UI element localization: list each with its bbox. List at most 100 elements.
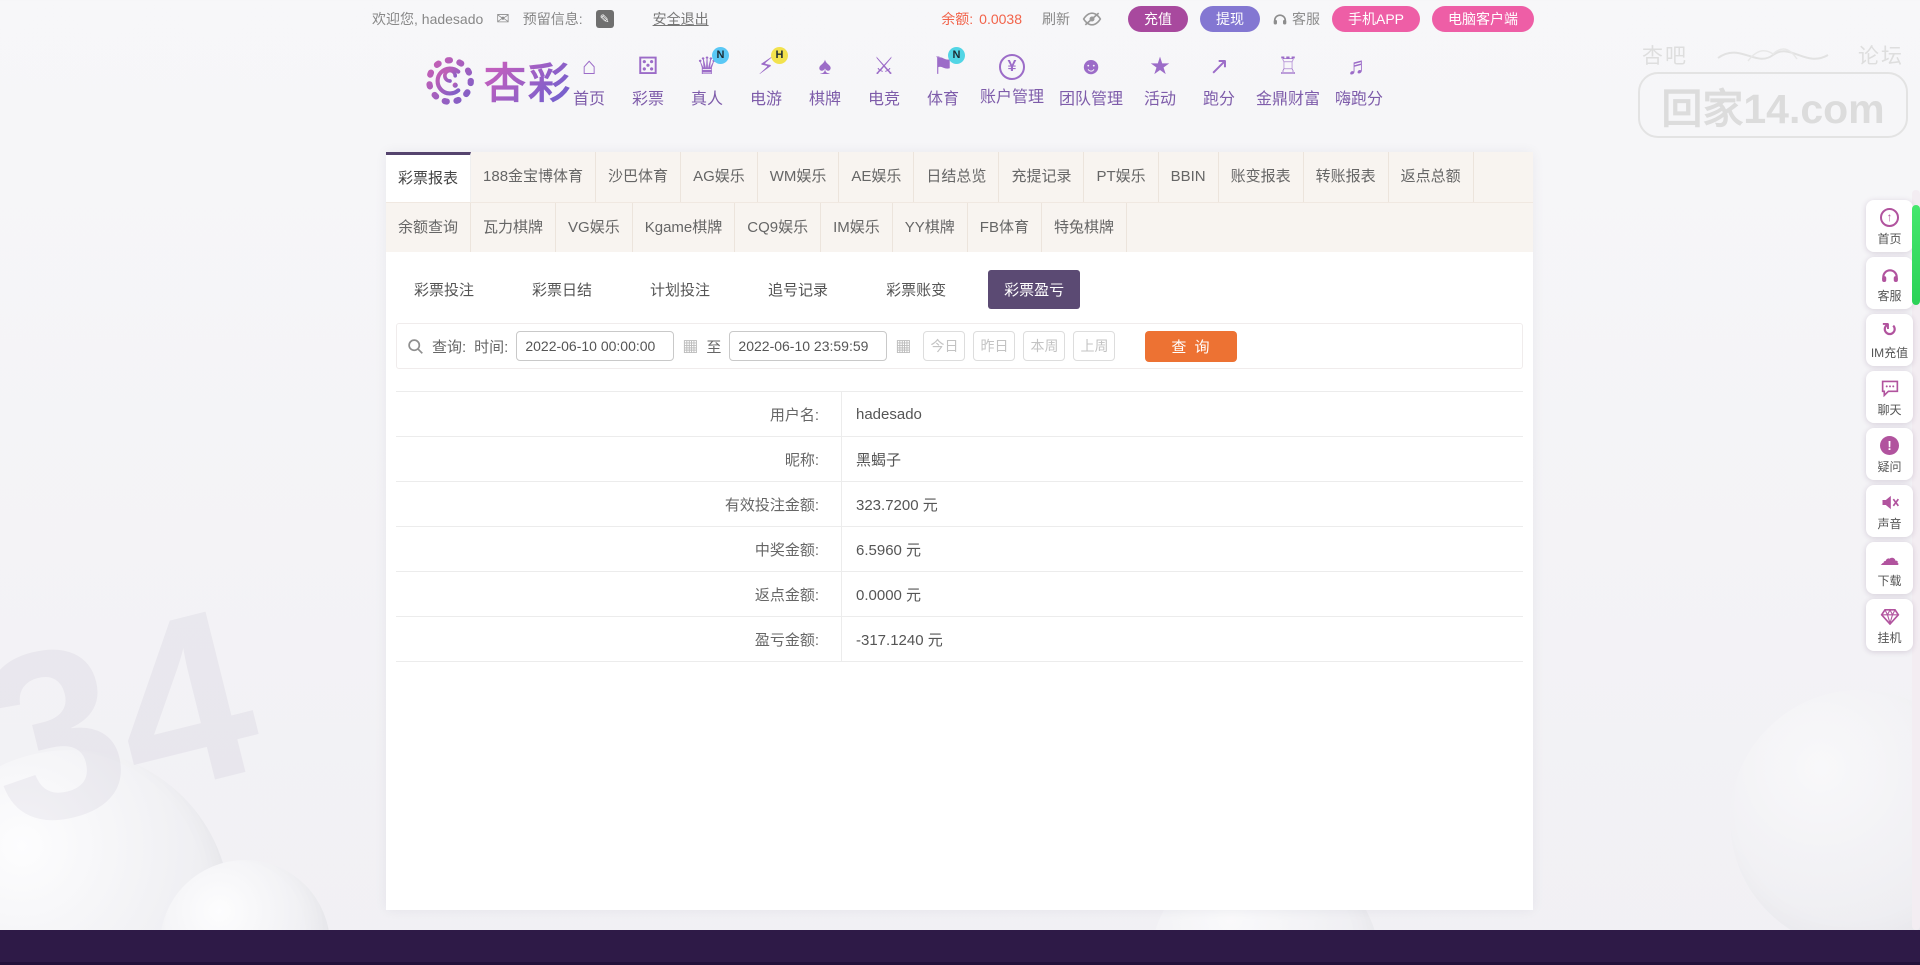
date-from-input[interactable] [516,331,674,361]
tab-transfer-report[interactable]: 转账报表 [1304,152,1389,202]
brand[interactable]: 杏彩 [423,50,572,111]
customer-service-icon [1880,264,1900,284]
edit-reserved-info-icon[interactable]: ✎ [596,10,614,28]
date-to-input[interactable] [729,331,887,361]
sidebar-item-question[interactable]: ! 疑问 [1866,428,1913,480]
cards-icon: ♠ [819,52,832,82]
tab-daily-overview[interactable]: 日结总览 [914,152,999,202]
query-submit-button[interactable]: 查 询 [1145,331,1237,362]
subtab-lottery-profit-loss[interactable]: 彩票盈亏 [988,270,1080,309]
subtab-lottery-bets[interactable]: 彩票投注 [398,270,490,309]
sidebar-item-im-recharge[interactable]: ↻ IM充值 [1866,314,1913,366]
profit-loss-amount-value: -317.1240 元 [841,617,1523,661]
calendar-icon[interactable]: ▦ [895,336,911,356]
tab-bbin[interactable]: BBIN [1159,152,1219,202]
tab-vg[interactable]: VG娱乐 [556,203,633,252]
report-tabs-row2: 余额查询 瓦力棋牌 VG娱乐 Kgame棋牌 CQ9娱乐 IM娱乐 YY棋牌 F… [386,202,1533,252]
quick-last-week-button[interactable]: 上周 [1073,331,1115,361]
pc-client-button[interactable]: 电脑客户端 [1432,6,1534,32]
table-row: 盈亏金额: -317.1240 元 [396,617,1523,662]
team-icon: ☻ [1078,52,1103,82]
sidebar-item-service[interactable]: 客服 [1866,257,1913,309]
subtab-lottery-account-change[interactable]: 彩票账变 [870,270,962,309]
tab-pt[interactable]: PT娱乐 [1084,152,1158,202]
hide-balance-eye-icon[interactable] [1082,11,1102,27]
sidebar-item-label: 挂机 [1877,629,1901,646]
tab-kgame[interactable]: Kgame棋牌 [633,203,736,252]
nav-label: 电游 [750,85,782,109]
activity-icon: ★ [1149,52,1171,82]
subtab-plan-bets[interactable]: 计划投注 [634,270,726,309]
watermark-domain: 回家14.com [1638,72,1908,138]
sidebar-item-chat[interactable]: 聊天 [1866,371,1913,423]
tab-tetu-cards[interactable]: 特兔棋牌 [1042,203,1127,252]
site-watermark: 杏吧 论坛 回家14.com [1638,40,1908,138]
subtab-lottery-daily[interactable]: 彩票日结 [516,270,608,309]
nav-item-lottery[interactable]: ⚄ 彩票 [626,52,670,109]
profit-loss-report: 用户名: hadesado 昵称: 黑蝎子 有效投注金额: 323.7200 元… [396,391,1523,662]
tab-wali-cards[interactable]: 瓦力棋牌 [471,203,556,252]
nav-label: 真人 [691,85,723,109]
nav-item-cards[interactable]: ♠ 棋牌 [803,52,847,109]
search-icon [407,338,424,355]
tab-rebate-total[interactable]: 返点总额 [1389,152,1474,202]
table-row: 中奖金额: 6.5960 元 [396,527,1523,572]
subtab-chase-records[interactable]: 追号记录 [752,270,844,309]
nav-label: 首页 [573,85,605,109]
scrollbar-thumb[interactable] [1912,205,1920,305]
tab-im[interactable]: IM娱乐 [821,203,893,252]
valid-bet-amount-label: 有效投注金额: [396,482,841,526]
sidebar-item-label: IM充值 [1871,344,1908,361]
nav-item-wealth[interactable]: ♖ 金鼎财富 [1256,52,1320,109]
tab-account-change-report[interactable]: 账变报表 [1219,152,1304,202]
tab-ae[interactable]: AE娱乐 [839,152,914,202]
tab-ag[interactable]: AG娱乐 [681,152,758,202]
calendar-icon[interactable]: ▦ [682,336,698,356]
quick-this-week-button[interactable]: 本周 [1023,331,1065,361]
quick-yesterday-button[interactable]: 昨日 [973,331,1015,361]
nav-item-team[interactable]: ☻ 团队管理 [1059,52,1123,109]
winning-amount-value: 6.5960 元 [841,527,1523,571]
customer-service-link[interactable]: 客服 [1272,9,1320,29]
logout-link[interactable]: 安全退出 [653,9,709,29]
message-envelope-icon[interactable]: ✉ [496,9,509,29]
nickname-label: 昵称: [396,437,841,481]
tab-cq9[interactable]: CQ9娱乐 [735,203,821,252]
nav-item-account[interactable]: ¥ 账户管理 [980,52,1044,109]
nav-item-esports[interactable]: ⚔ 电竞 [862,52,906,109]
lottery-icon: ⚄ [638,52,659,82]
sidebar-item-home[interactable]: ↑ 首页 [1866,200,1913,252]
footer-bar [0,930,1920,965]
tab-188-sports[interactable]: 188金宝博体育 [471,152,596,202]
nav-label: 跑分 [1203,85,1235,109]
nav-label: 棋牌 [809,85,841,109]
nav-item-hi-paofen[interactable]: ♬ 嗨跑分 [1335,52,1383,109]
sidebar-item-label: 首页 [1877,230,1901,247]
nav-item-sports[interactable]: N ⚑ 体育 [921,52,965,109]
nav-item-paofen[interactable]: ↗ 跑分 [1197,52,1241,109]
nav-item-activity[interactable]: ★ 活动 [1138,52,1182,109]
nav-item-egames[interactable]: H ⚡ 电游 [744,52,788,109]
sidebar-item-download[interactable]: ☁ 下载 [1866,542,1913,594]
tab-balance-query[interactable]: 余额查询 [386,203,471,252]
sidebar-item-idle[interactable]: 挂机 [1866,599,1913,651]
tab-lottery-report[interactable]: 彩票报表 [386,152,471,202]
recharge-button[interactable]: 充值 [1128,6,1188,32]
sound-muted-icon [1880,492,1900,512]
flourish-ornament [1714,40,1832,70]
quick-today-button[interactable]: 今日 [923,331,965,361]
sidebar-item-sound[interactable]: 声音 [1866,485,1913,537]
topbar: 欢迎您, hadesado ✉ 预留信息: ✎ 安全退出 余额: 0.0038 … [0,0,1920,37]
tab-fb-sports[interactable]: FB体育 [968,203,1042,252]
withdraw-button[interactable]: 提现 [1200,6,1260,32]
tab-saba-sports[interactable]: 沙巴体育 [596,152,681,202]
tab-deposit-withdraw-records[interactable]: 充提记录 [999,152,1084,202]
nav-item-home[interactable]: ⌂ 首页 [567,52,611,109]
refresh-balance-button[interactable]: 刷新 [1042,9,1070,29]
main-panel: 彩票报表 188金宝博体育 沙巴体育 AG娱乐 WM娱乐 AE娱乐 日结总览 充… [386,152,1533,910]
mobile-app-button[interactable]: 手机APP [1332,6,1420,32]
tab-yy-cards[interactable]: YY棋牌 [893,203,968,252]
nav-item-live-casino[interactable]: N ♛ 真人 [685,52,729,109]
wealth-icon: ♖ [1277,52,1299,82]
tab-wm[interactable]: WM娱乐 [758,152,840,202]
